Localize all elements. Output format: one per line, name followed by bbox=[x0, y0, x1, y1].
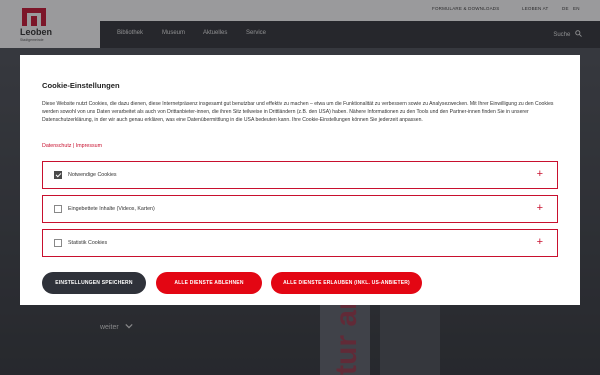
option-notwendige-cookies[interactable]: Notwendige Cookies + bbox=[42, 161, 558, 189]
dialog-description: Diese Website nutzt Cookies, die dazu di… bbox=[42, 101, 554, 124]
expand-plus-icon[interactable]: + bbox=[537, 202, 543, 214]
option-eingebettete-inhalte[interactable]: Eingebettete Inhalte (Videos, Karten) + bbox=[42, 195, 558, 223]
reject-all-button[interactable]: ALLE DIENSTE ABLEHNEN bbox=[156, 272, 262, 294]
datenschutz-link[interactable]: Datenschutz bbox=[42, 143, 71, 149]
eingebettete-checkbox[interactable] bbox=[54, 205, 62, 213]
impressum-link[interactable]: Impressum bbox=[76, 143, 102, 149]
save-settings-button[interactable]: EINSTELLUNGEN SPEICHERN bbox=[42, 272, 146, 294]
option-statistik-cookies[interactable]: Statistik Cookies + bbox=[42, 229, 558, 257]
expand-plus-icon[interactable]: + bbox=[537, 236, 543, 248]
legal-links: Datenschutz | Impressum bbox=[42, 143, 102, 149]
accept-all-button[interactable]: ALLE DIENSTE ERLAUBEN (INKL. US-ANBIETER… bbox=[271, 272, 422, 294]
dialog-title: Cookie-Einstellungen bbox=[42, 81, 120, 90]
option-label: Eingebettete Inhalte (Videos, Karten) bbox=[68, 206, 155, 212]
option-label: Notwendige Cookies bbox=[68, 172, 117, 178]
notwendige-checkbox[interactable] bbox=[54, 171, 62, 179]
statistik-checkbox[interactable] bbox=[54, 239, 62, 247]
expand-plus-icon[interactable]: + bbox=[537, 168, 543, 180]
cookie-dialog: Cookie-Einstellungen Diese Website nutzt… bbox=[20, 55, 580, 305]
option-label: Statistik Cookies bbox=[68, 240, 108, 246]
